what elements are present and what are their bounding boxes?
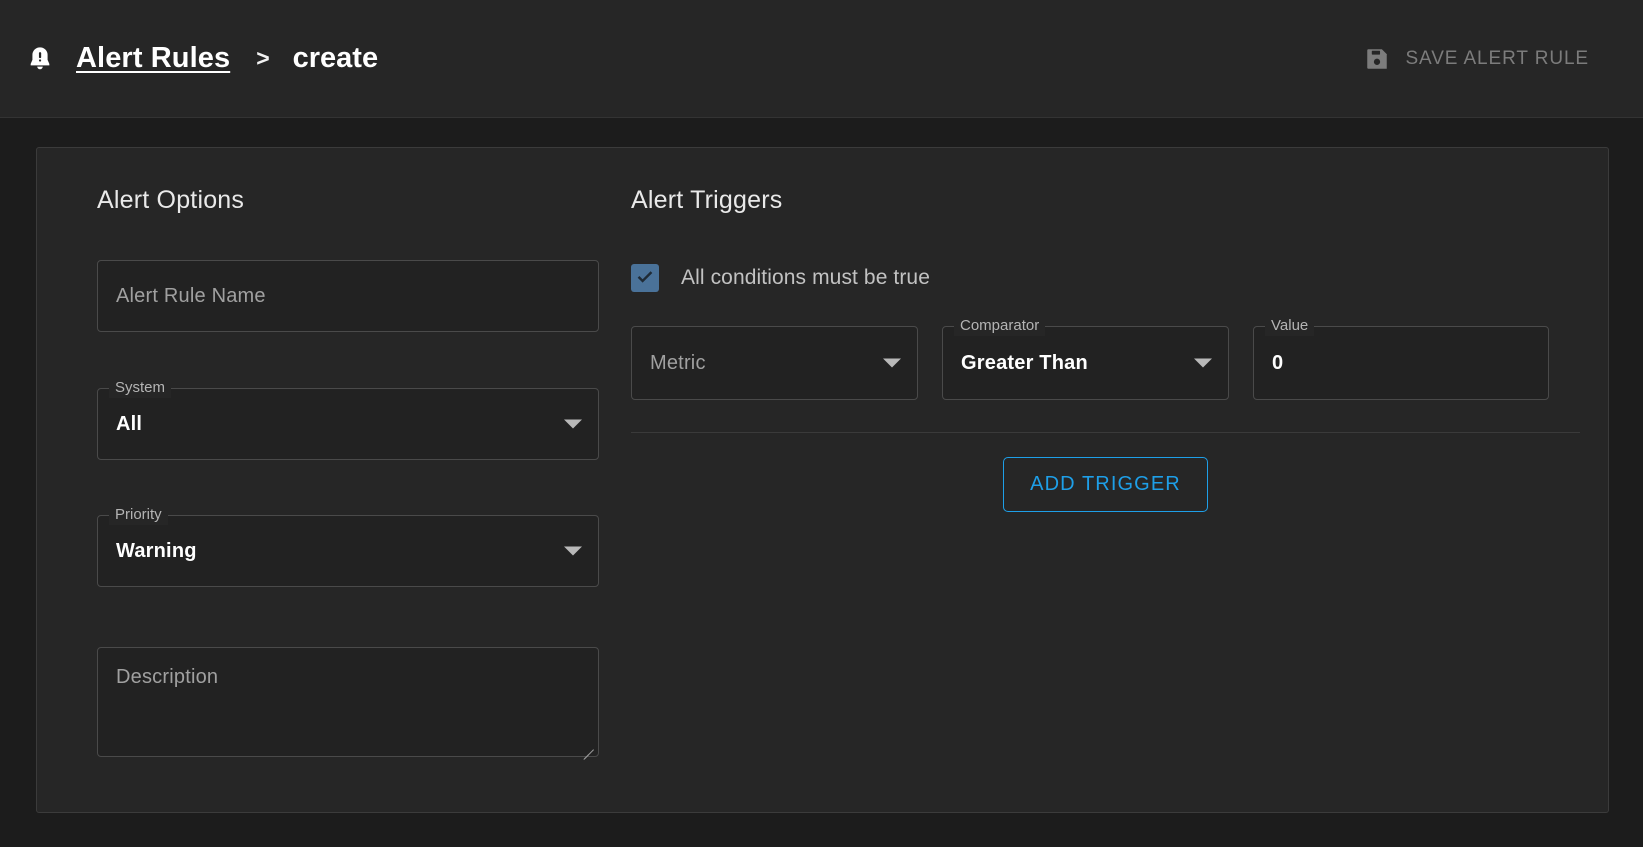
- chevron-down-icon: [564, 547, 582, 556]
- metric-select-placeholder: Metric: [650, 352, 706, 375]
- system-select-label: System: [109, 378, 171, 398]
- add-trigger-button[interactable]: ADD TRIGGER: [1003, 457, 1208, 512]
- breadcrumb: Alert Rules > create: [26, 42, 378, 75]
- priority-select-value: Warning: [116, 540, 197, 563]
- comparator-select-value: Greater Than: [961, 352, 1088, 375]
- alert-triggers-column: Alert Triggers All conditions must be tr…: [606, 172, 1608, 812]
- system-select[interactable]: System All: [97, 388, 599, 460]
- add-trigger-wrapper: ADD TRIGGER: [631, 457, 1580, 512]
- comparator-select-label: Comparator: [954, 316, 1045, 336]
- save-alert-rule-label: SAVE ALERT RULE: [1405, 48, 1589, 70]
- app-header: Alert Rules > create SAVE ALERT RULE: [0, 0, 1643, 118]
- comparator-select[interactable]: Comparator Greater Than: [942, 326, 1229, 400]
- chevron-down-icon: [564, 420, 582, 429]
- floppy-disk-save-icon: [1364, 46, 1390, 72]
- checkmark-icon: [634, 267, 656, 289]
- alert-rule-form-card: Alert Options Alert Rule Name System All…: [36, 147, 1609, 813]
- alert-bell-icon: [26, 44, 54, 74]
- all-conditions-checkbox[interactable]: [631, 264, 659, 292]
- description-textarea[interactable]: Description: [97, 647, 599, 757]
- trigger-divider: [631, 432, 1580, 433]
- priority-select[interactable]: Priority Warning: [97, 515, 599, 587]
- priority-select-label: Priority: [109, 505, 168, 525]
- resize-handle-icon[interactable]: [580, 738, 594, 752]
- save-alert-rule-button[interactable]: SAVE ALERT RULE: [1354, 38, 1599, 80]
- chevron-down-icon: [883, 359, 901, 368]
- breadcrumb-separator: >: [256, 45, 269, 72]
- all-conditions-row: All conditions must be true: [631, 264, 1580, 292]
- metric-select[interactable]: Metric: [631, 326, 918, 400]
- trigger-value-label: Value: [1265, 316, 1314, 336]
- alert-options-column: Alert Options Alert Rule Name System All…: [37, 172, 606, 812]
- alert-options-title: Alert Options: [97, 186, 606, 215]
- description-placeholder: Description: [116, 666, 218, 688]
- alert-triggers-title: Alert Triggers: [631, 186, 1580, 215]
- breadcrumb-current-create: create: [293, 42, 378, 75]
- chevron-down-icon: [1194, 359, 1212, 368]
- trigger-row: Metric Comparator Greater Than Value 0: [631, 326, 1580, 400]
- alert-rule-name-placeholder: Alert Rule Name: [116, 285, 266, 308]
- trigger-value-text: 0: [1272, 352, 1283, 375]
- all-conditions-label: All conditions must be true: [681, 266, 930, 290]
- system-select-value: All: [116, 413, 142, 436]
- trigger-value-input[interactable]: Value 0: [1253, 326, 1549, 400]
- header-actions: SAVE ALERT RULE: [1354, 38, 1617, 80]
- alert-rule-name-input[interactable]: Alert Rule Name: [97, 260, 599, 332]
- breadcrumb-link-alert-rules[interactable]: Alert Rules: [76, 42, 230, 75]
